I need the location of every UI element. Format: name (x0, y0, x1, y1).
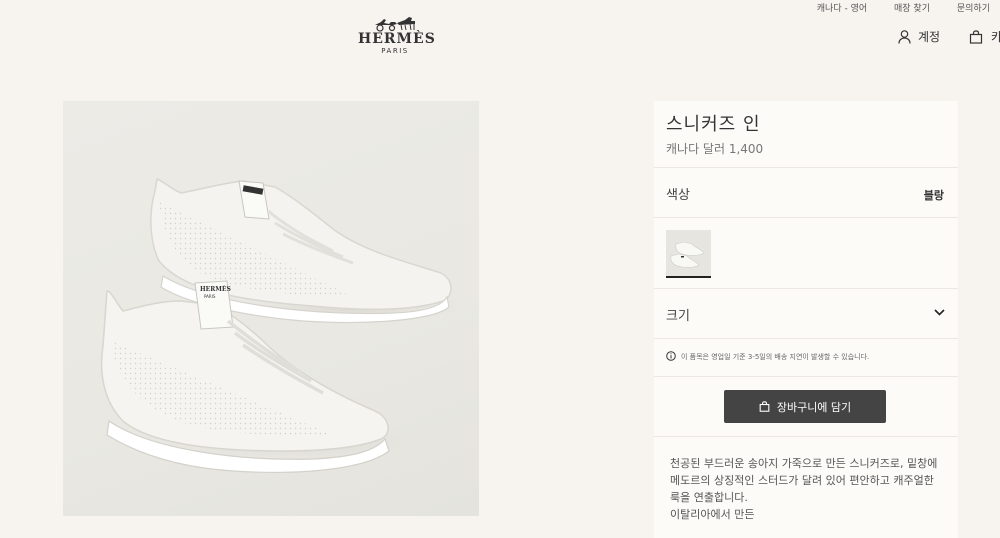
swatch-thumbnail-image (670, 241, 705, 268)
bag-icon (759, 401, 770, 412)
color-section: 색상 블랑 (654, 168, 958, 218)
store-locator-link[interactable]: 매장 찾기 (894, 4, 930, 14)
product-title: 스니커즈 인 (666, 114, 761, 135)
top-utility-bar: 캐나다 - 영어 매장 찾기 문의하기 (0, 0, 1000, 14)
size-selector[interactable]: 크기 (654, 289, 958, 339)
product-price: 캐나다 달러 1,400 (666, 142, 764, 156)
size-label: 크기 (666, 309, 690, 324)
notice-text: 이 품목은 영업일 기준 3-5일의 배송 지연이 발생할 수 있습니다. (681, 353, 870, 361)
logo-city: PARIS (381, 47, 409, 55)
origin-text: 이탈리아에서 만든 (670, 508, 755, 521)
logo-name: HERMÈS (358, 31, 436, 47)
bag-icon (969, 29, 983, 44)
hermes-logo[interactable]: HERMÈS PARIS (358, 14, 436, 56)
region-language-link[interactable]: 캐나다 - 영어 (817, 4, 867, 14)
delivery-notice: 이 품목은 영업일 기준 3-5일의 배송 지연이 발생할 수 있습니다. (654, 339, 958, 377)
color-label: 색상 (666, 188, 690, 203)
title-section: 스니커즈 인 캐나다 달러 1,400 (654, 101, 958, 168)
user-icon (898, 29, 911, 44)
product-panel: 스니커즈 인 캐나다 달러 1,400 색상 블랑 크기 이 품목은 영업일 기… (654, 101, 958, 538)
shoe-city-label: PARIS (204, 294, 216, 299)
cart-link[interactable]: 카트 (969, 28, 1000, 45)
info-icon (666, 351, 676, 361)
account-link[interactable]: 계정 (898, 28, 940, 45)
shoe-brand-label: HERMÈS (200, 285, 231, 293)
button-section: 장바구니에 담기 (654, 377, 958, 437)
carriage-logo-icon (375, 17, 415, 32)
cart-label: 카트 (991, 30, 1000, 44)
sneakers-image: HERMÈS PARIS (100, 178, 473, 473)
color-value: 블랑 (923, 189, 944, 202)
top-links: 캐나다 - 영어 매장 찾기 문의하기 (817, 1, 1000, 14)
product-description: 천공된 부드러운 송아지 가죽으로 만든 스니커즈로, 밑창에 메도르의 상징적… (654, 437, 944, 523)
add-to-cart-button[interactable]: 장바구니에 담기 (724, 390, 886, 423)
account-label: 계정 (918, 30, 941, 44)
color-swatch-blanc[interactable] (666, 230, 711, 278)
product-image[interactable]: HERMÈS PARIS (63, 101, 479, 516)
description-text: 천공된 부드러운 송아지 가죽으로 만든 스니커즈로, 밑창에 메도르의 상징적… (670, 457, 938, 504)
chevron-down-icon (934, 309, 945, 316)
contact-link[interactable]: 문의하기 (957, 4, 990, 14)
swatch-section (654, 218, 958, 289)
add-to-cart-label: 장바구니에 담기 (776, 400, 852, 414)
